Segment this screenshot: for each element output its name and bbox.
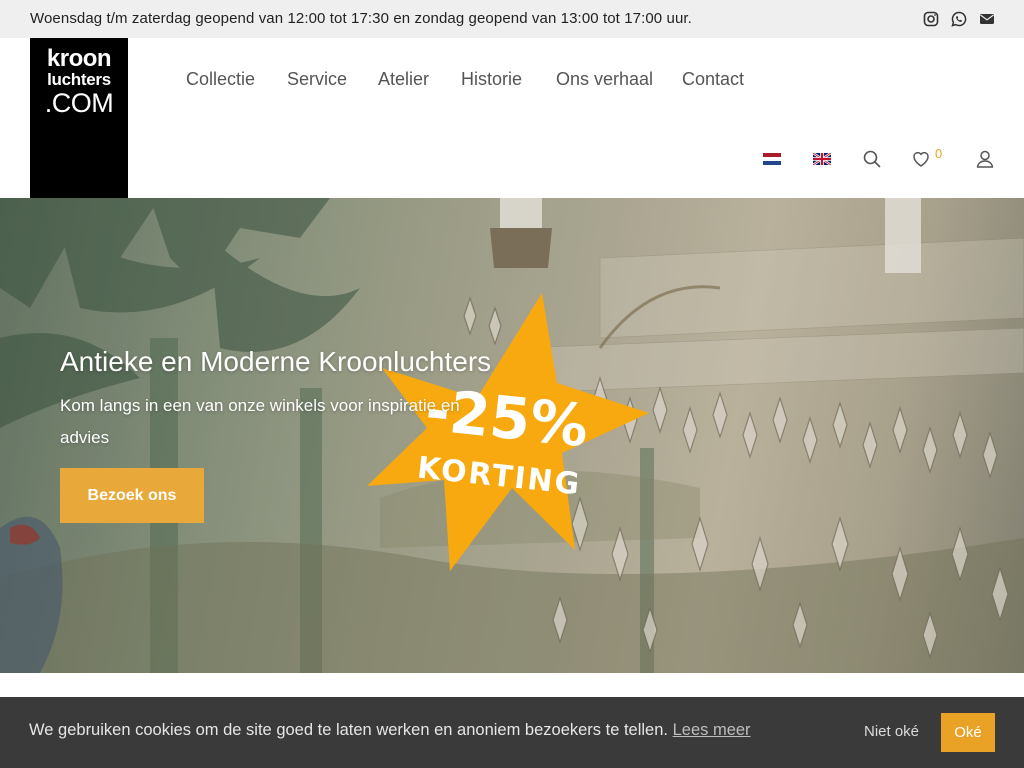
nav-item-ons-verhaal[interactable]: Ons verhaal: [556, 69, 653, 90]
whatsapp-icon[interactable]: [951, 11, 967, 27]
cookie-message: We gebruiken cookies om de site goed te …: [29, 721, 751, 740]
hero-title: Antieke en Moderne Kroonluchters: [60, 346, 492, 377]
decline-cookies-button[interactable]: Niet oké: [864, 723, 919, 740]
nav-item-service[interactable]: Service: [287, 69, 347, 90]
nav-item-atelier[interactable]: Atelier: [378, 69, 429, 90]
logo-line-3: .COM: [44, 88, 114, 118]
visit-us-button[interactable]: Bezoek ons: [60, 468, 204, 523]
hero-banner: -25% KORTING Antieke en Moderne Kroonluc…: [0, 198, 1024, 673]
site-header: kroon luchters .COM Collectie Service At…: [0, 38, 1024, 198]
hero-subtitle: Kom langs in een van onze winkels voor i…: [60, 396, 460, 447]
cookie-text: We gebruiken cookies om de site goed te …: [29, 721, 668, 739]
read-more-link[interactable]: Lees meer: [673, 721, 751, 739]
accept-cookies-button[interactable]: Oké: [941, 713, 995, 752]
user-icon[interactable]: [975, 149, 995, 169]
logo-line-2: luchters: [47, 70, 111, 89]
flag-en-icon[interactable]: [813, 153, 831, 165]
instagram-icon[interactable]: [923, 11, 939, 27]
cookie-consent-bar: We gebruiken cookies om de site goed te …: [0, 697, 1024, 768]
heart-icon[interactable]: [911, 149, 931, 169]
site-logo[interactable]: kroon luchters .COM: [30, 38, 128, 198]
nav-item-historie[interactable]: Historie: [461, 69, 522, 90]
wishlist-count-badge: 0: [935, 146, 943, 161]
nav-item-contact[interactable]: Contact: [682, 69, 744, 90]
nav-item-collectie[interactable]: Collectie: [186, 69, 255, 90]
logo-line-1: kroon: [46, 45, 112, 72]
mail-icon[interactable]: [979, 11, 995, 27]
opening-hours: Woensdag t/m zaterdag geopend van 12:00 …: [30, 10, 692, 27]
search-icon[interactable]: [862, 149, 882, 169]
flag-nl-icon[interactable]: [763, 153, 781, 165]
top-info-bar: Woensdag t/m zaterdag geopend van 12:00 …: [0, 0, 1024, 38]
